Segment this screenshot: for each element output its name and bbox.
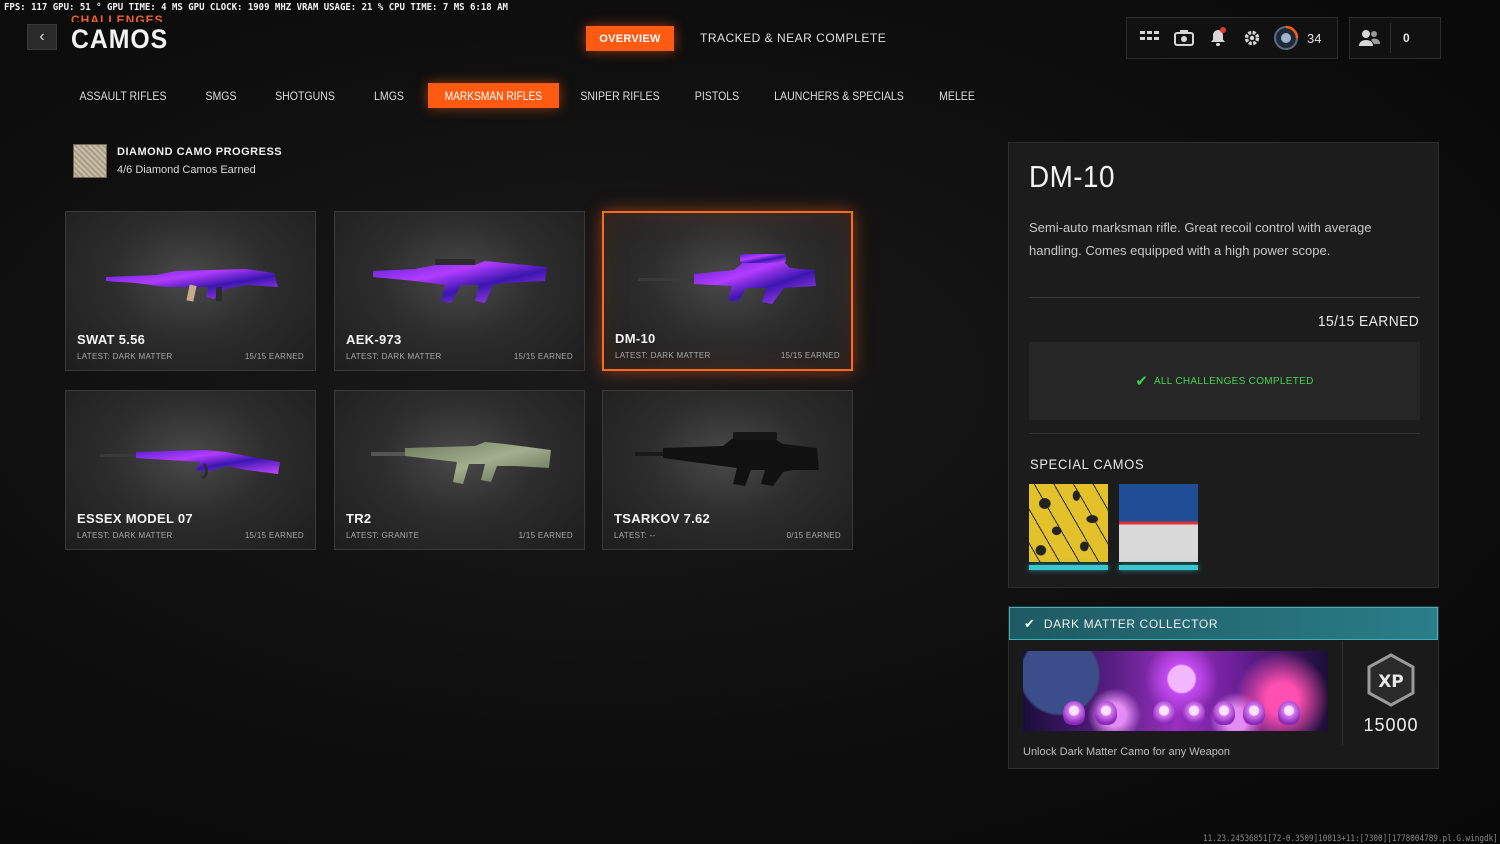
weapon-name: DM-10 [615, 331, 656, 346]
top-utility-bar: 34 [1126, 17, 1338, 59]
special-camo-yellow-vine[interactable] [1029, 484, 1108, 570]
weapon-detail-panel: DM-10 Semi-auto marksman rifle. Great re… [1008, 142, 1439, 588]
detail-description: Semi-auto marksman rifle. Great recoil c… [1029, 220, 1372, 258]
weapon-earned: 15/15 EARNED [244, 531, 304, 540]
skull-art [1095, 701, 1117, 725]
detail-weapon-name: DM-10 [1029, 159, 1115, 194]
weapon-card-dm-10[interactable]: DM-10 LATEST: DARK MATTER 15/15 EARNED [602, 211, 853, 371]
divider [1029, 297, 1420, 298]
build-string: 11.23.24536851[72-0.3509]10813+11:[7300]… [1203, 834, 1498, 844]
weapon-image-tr2 [371, 442, 551, 484]
weapon-image-essex-model-07 [100, 450, 280, 480]
skull-art [1278, 701, 1300, 725]
mission-card[interactable]: ✔ DARK MATTER COLLECTOR XP 15000 Unlock … [1008, 606, 1439, 769]
page-title: CAMOS [71, 24, 169, 54]
tab-shotguns[interactable]: SHOTGUNS [275, 83, 335, 108]
weapon-latest-camo: LATEST: DARK MATTER [615, 351, 711, 360]
special-camo-blue-white[interactable] [1119, 484, 1198, 570]
tab-marksman-rifles[interactable]: MARKSMAN RIFLES [428, 83, 559, 108]
notification-dot [1220, 27, 1226, 33]
check-icon: ✔ [1024, 615, 1035, 631]
skull-art [1183, 701, 1205, 725]
diamond-progress-title: DIAMOND CAMO PROGRESS [117, 146, 283, 158]
friends-count: 0 [1403, 31, 1410, 45]
back-button[interactable]: ‹ [27, 24, 57, 50]
skull-art [1063, 701, 1085, 725]
detail-earned: 15/15 EARNED [1317, 313, 1419, 330]
weapon-earned: 15/15 EARNED [780, 351, 840, 360]
weapon-latest-camo: LATEST: DARK MATTER [77, 531, 173, 540]
divider [1029, 433, 1420, 434]
tab-overview[interactable]: OVERVIEW [586, 26, 674, 51]
weapon-name: ESSEX MODEL 07 [77, 511, 193, 526]
tab-melee[interactable]: MELEE [937, 83, 977, 108]
weapon-card-tsarkov-762[interactable]: TSARKOV 7.62 LATEST: -- 0/15 EARNED [602, 390, 853, 550]
xp-reward: XP 15000 [1342, 641, 1438, 745]
special-camos-title: SPECIAL CAMOS [1030, 456, 1145, 472]
prestige-emblem-icon[interactable] [1269, 23, 1303, 53]
camo-unlocked-bar [1029, 565, 1108, 570]
mission-header: ✔ DARK MATTER COLLECTOR [1009, 607, 1438, 640]
diamond-camo-icon [73, 144, 107, 178]
challenge-status-box: ✔ ALL CHALLENGES COMPLETED [1029, 342, 1420, 420]
xp-amount: 15000 [1363, 715, 1419, 735]
gear-icon[interactable] [1235, 23, 1269, 53]
mission-description: Unlock Dark Matter Camo for any Weapon [1023, 746, 1231, 758]
weapon-name: TSARKOV 7.62 [614, 511, 711, 526]
check-icon: ✔ [1135, 373, 1148, 390]
weapon-earned: 15/15 EARNED [513, 352, 573, 361]
camo-swatch [1029, 484, 1108, 562]
tab-smgs[interactable]: SMGS [199, 83, 243, 108]
weapon-card-aek-973[interactable]: AEK-973 LATEST: DARK MATTER 15/15 EARNED [334, 211, 585, 371]
friends-widget[interactable]: 0 [1349, 17, 1441, 59]
skull-art [1153, 701, 1175, 725]
tab-label: MARKSMAN RIFLES [444, 88, 543, 103]
friends-icon [1350, 23, 1390, 53]
bell-icon[interactable] [1201, 23, 1235, 53]
weapon-name: SWAT 5.56 [77, 332, 146, 347]
weapon-card-tr2[interactable]: TR2 LATEST: GRANITE 1/15 EARNED [334, 390, 585, 550]
camera-icon[interactable] [1167, 23, 1201, 53]
mission-artwork [1023, 651, 1328, 731]
skull-art [1243, 701, 1265, 725]
tab-tracked-near-complete[interactable]: TRACKED & NEAR COMPLETE [700, 31, 886, 45]
grid-icon[interactable] [1133, 23, 1167, 53]
weapon-earned: 0/15 EARNED [786, 531, 841, 540]
weapon-latest-camo: LATEST: DARK MATTER [77, 352, 173, 361]
weapon-image-dm-10 [638, 254, 816, 304]
tab-launchers-specials[interactable]: LAUNCHERS & SPECIALS [774, 83, 904, 108]
weapon-name: TR2 [346, 511, 372, 526]
divider [1390, 23, 1391, 53]
tab-pistols[interactable]: PISTOLS [691, 83, 742, 108]
page-subtitle: CHALLENGES [71, 13, 164, 22]
weapon-latest-camo: LATEST: GRANITE [346, 531, 420, 540]
svg-text:XP: XP [1378, 672, 1404, 692]
camo-swatch [1119, 484, 1198, 562]
xp-icon: XP [1367, 653, 1415, 707]
player-level: 34 [1307, 30, 1322, 46]
camo-unlocked-bar [1119, 565, 1198, 570]
weapon-image-swat-556 [106, 269, 278, 302]
weapon-earned: 15/15 EARNED [244, 352, 304, 361]
weapon-image-tsarkov-762 [635, 432, 819, 486]
skull-art [1213, 701, 1235, 725]
diamond-progress-subtitle: 4/6 Diamond Camos Earned [117, 164, 256, 176]
weapon-card-swat-556[interactable]: SWAT 5.56 LATEST: DARK MATTER 15/15 EARN… [65, 211, 316, 371]
tab-sniper-rifles[interactable]: SNIPER RIFLES [580, 83, 659, 108]
challenge-status-text: ALL CHALLENGES COMPLETED [1153, 375, 1314, 387]
tab-lmgs[interactable]: LMGS [367, 83, 411, 108]
weapon-name: AEK-973 [346, 332, 402, 347]
weapon-latest-camo: LATEST: DARK MATTER [346, 352, 442, 361]
weapon-card-essex-model-07[interactable]: ESSEX MODEL 07 LATEST: DARK MATTER 15/15… [65, 390, 316, 550]
tab-assault-rifles[interactable]: ASSAULT RIFLES [78, 83, 168, 108]
mission-title: DARK MATTER COLLECTOR [1043, 616, 1219, 631]
weapon-image-aek-973 [373, 259, 547, 303]
weapon-latest-camo: LATEST: -- [614, 531, 656, 540]
weapon-earned: 1/15 EARNED [518, 531, 573, 540]
